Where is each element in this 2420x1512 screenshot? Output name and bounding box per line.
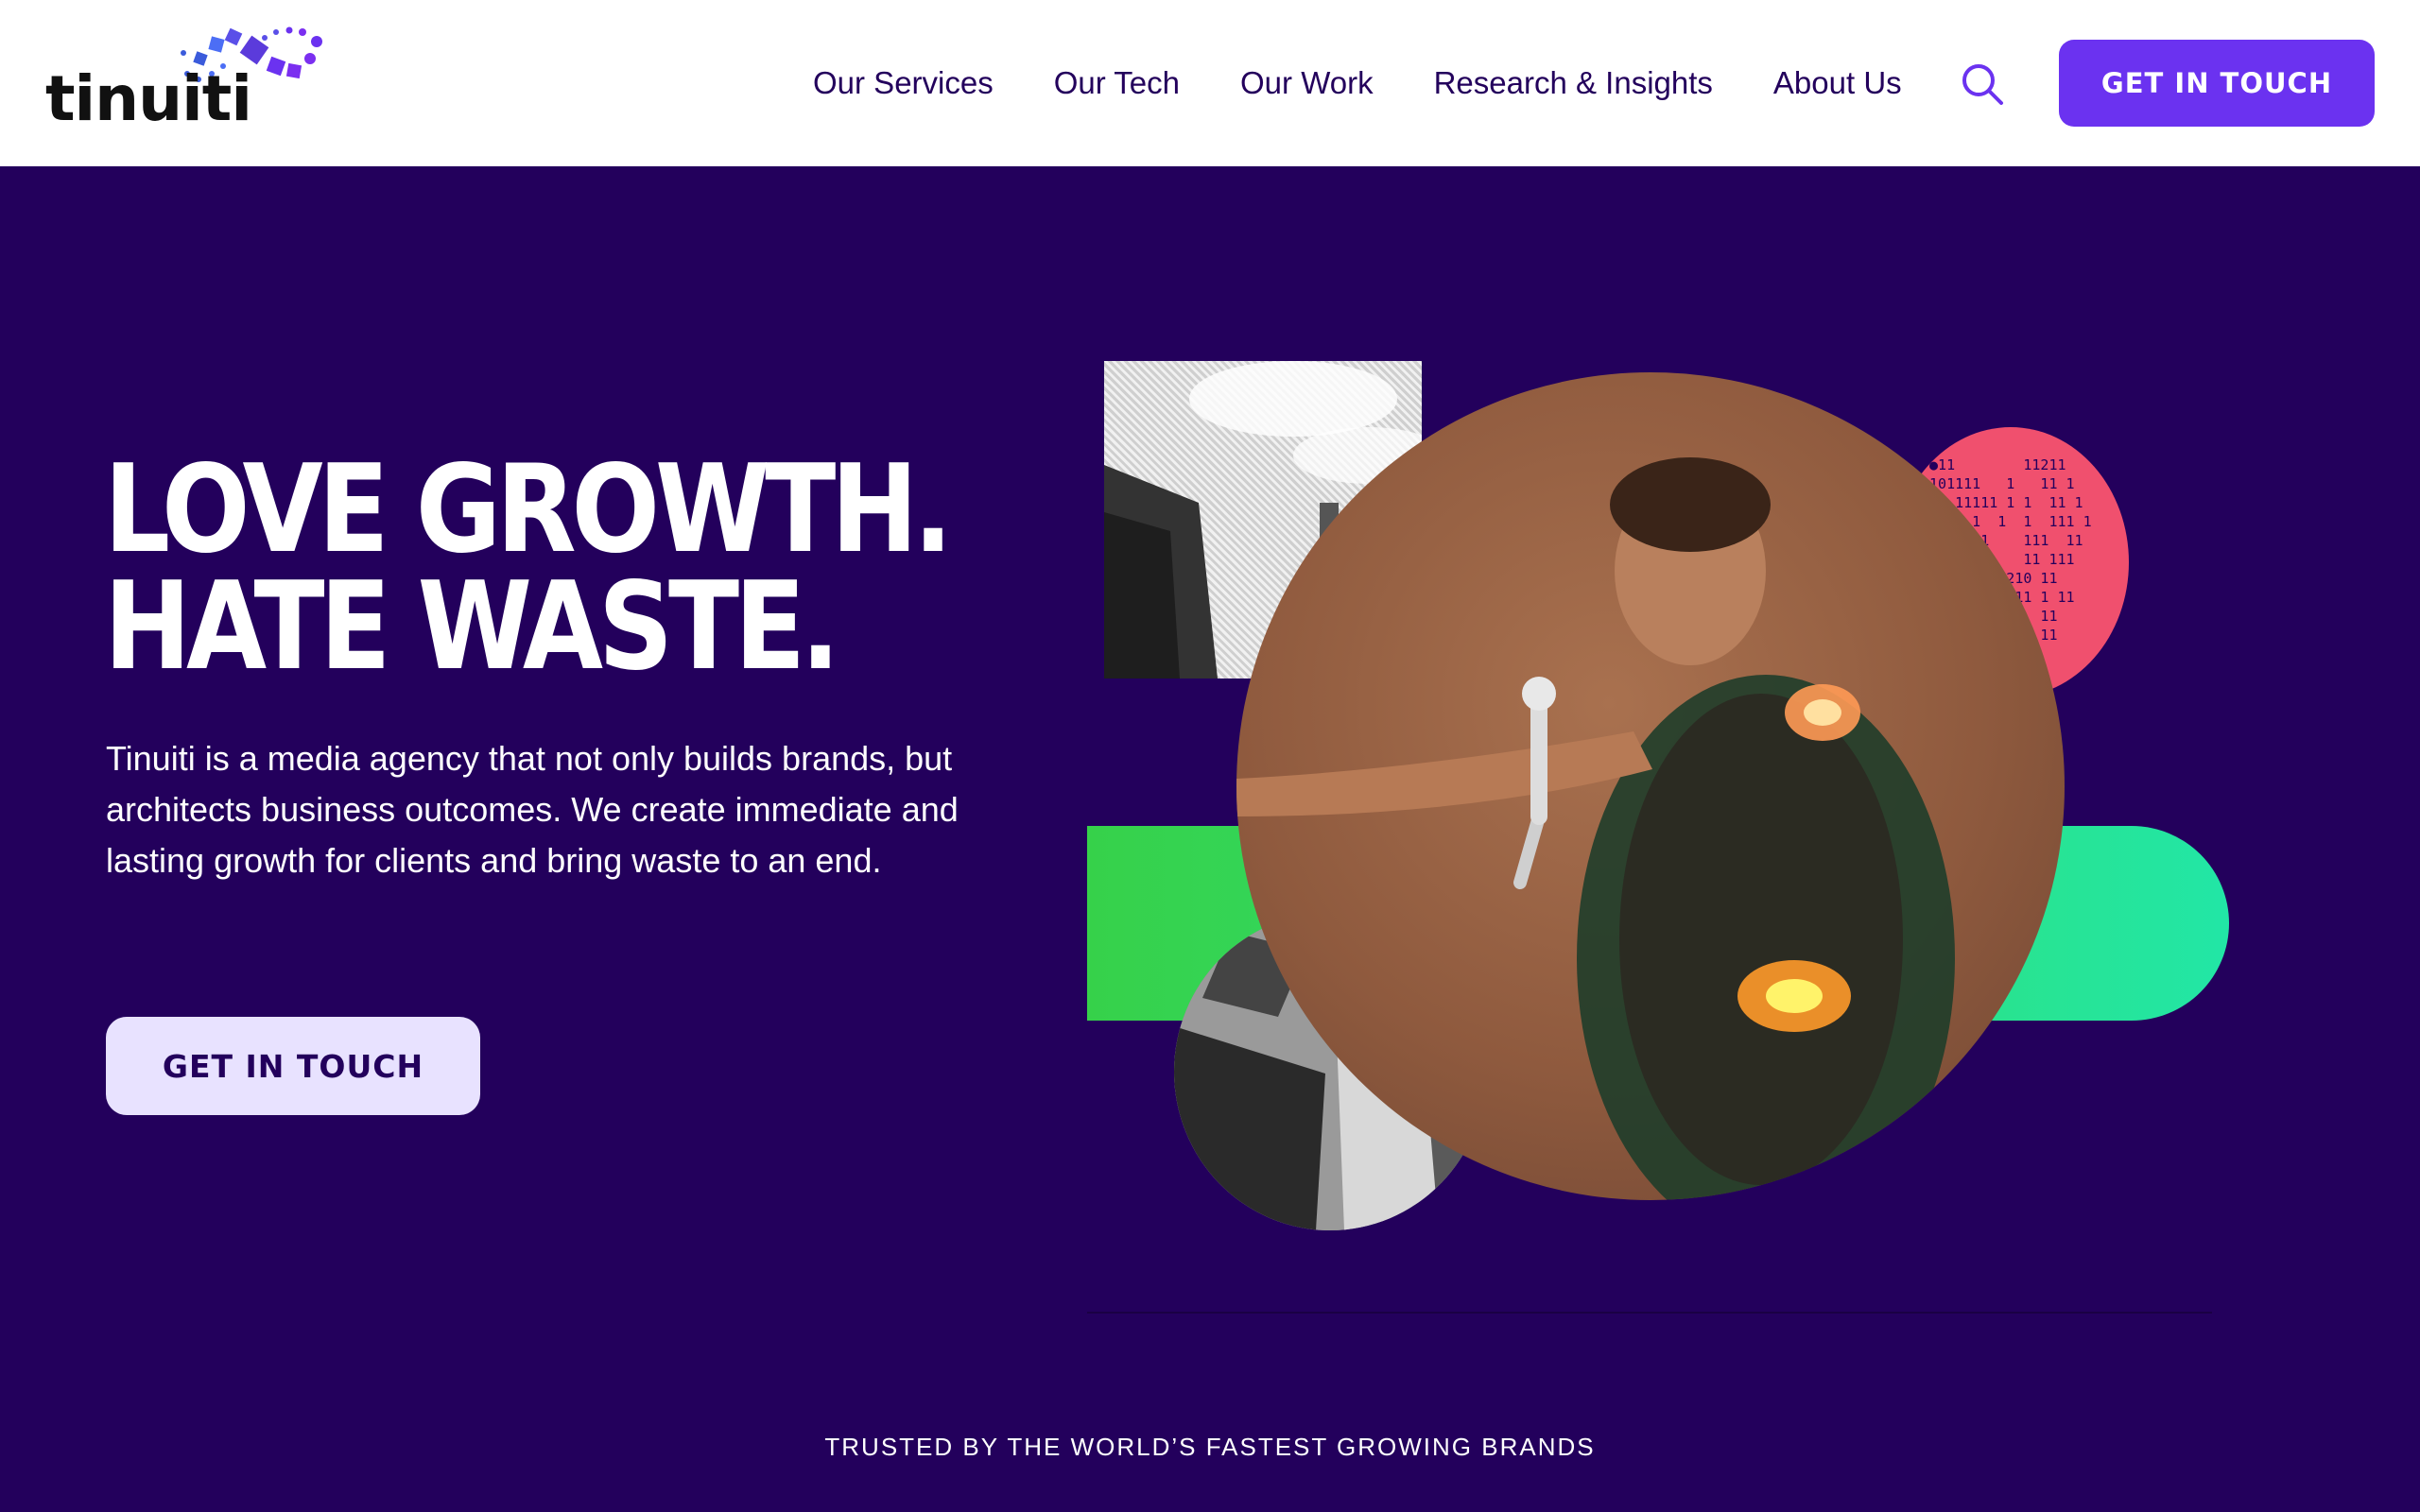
nav-about-us[interactable]: About Us bbox=[1773, 65, 1902, 101]
performer-video-circle[interactable] bbox=[1236, 372, 2065, 1200]
hero-description: Tinuiti is a media agency that not only … bbox=[106, 739, 959, 880]
nav-research-insights[interactable]: Research & Insights bbox=[1434, 65, 1713, 101]
hero-collage: ●11 11211 1101111 1 11 1 ● 11111 1 1 11 … bbox=[1078, 350, 2269, 1257]
headline-line-1: LOVE GROWTH. bbox=[104, 439, 953, 580]
nav-our-tech[interactable]: Our Tech bbox=[1054, 65, 1180, 101]
hero-get-in-touch-button[interactable]: GET IN TOUCH bbox=[106, 1017, 480, 1115]
performer-photo bbox=[1236, 457, 1955, 1200]
search-icon[interactable] bbox=[1961, 62, 2004, 106]
hero-divider bbox=[1087, 1312, 2212, 1314]
logo-wordmark: tinuiti bbox=[45, 62, 252, 135]
nav-our-work[interactable]: Our Work bbox=[1240, 65, 1374, 101]
tinuiti-logo[interactable]: tinuiti bbox=[45, 25, 329, 135]
nav-our-services[interactable]: Our Services bbox=[813, 65, 994, 101]
site-header: tinuiti Our Services Our Tech Our Work R… bbox=[0, 0, 2420, 166]
hero-headline: LOVE GROWTH. HATE WASTE. bbox=[104, 439, 953, 697]
headline-line-2: HATE WASTE. bbox=[104, 557, 840, 697]
main-nav: Our Services Our Tech Our Work Research … bbox=[813, 0, 1962, 166]
trusted-brands-label: TRUSTED BY THE WORLD’S FASTEST GROWING B… bbox=[824, 1433, 1596, 1461]
header-get-in-touch-button[interactable]: GET IN TOUCH bbox=[2059, 40, 2375, 127]
